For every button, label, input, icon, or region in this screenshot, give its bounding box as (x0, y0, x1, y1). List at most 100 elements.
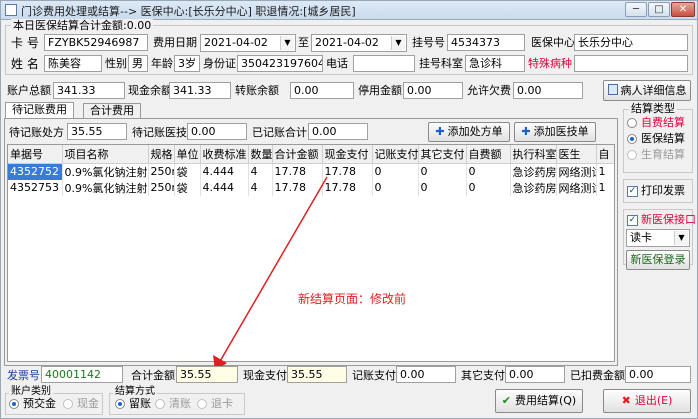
table-cell: 250m (148, 163, 175, 180)
phone-field[interactable] (353, 55, 415, 72)
age-label: 年龄 (151, 57, 173, 70)
footer-other-field[interactable]: 0.00 (505, 366, 565, 383)
done-field[interactable]: 0.00 (308, 123, 368, 140)
stop-field[interactable]: 0.00 (403, 82, 463, 99)
settle-birth-radio[interactable] (627, 150, 637, 160)
settle-self-label: 自费结算 (641, 116, 685, 129)
special-field[interactable] (574, 55, 688, 72)
column-header[interactable]: 自费额 (466, 145, 511, 164)
pending-presc-field[interactable]: 35.55 (67, 123, 127, 140)
settle-self-radio[interactable] (627, 118, 637, 128)
column-header[interactable]: 单据号 (8, 145, 63, 164)
table-cell: 0.9%氯化钠注射液 (62, 179, 149, 196)
settle-clear-label: 清账 (169, 397, 191, 410)
done-label: 已记账合计 (252, 126, 307, 139)
footer-total-field[interactable]: 35.55 (176, 366, 238, 383)
name-field[interactable]: 陈美容 (44, 55, 102, 72)
settle-keep-label: 留账 (129, 397, 151, 410)
settle-button[interactable]: ✔ 费用结算(Q) (495, 389, 583, 413)
read-card-value: 读卡 (630, 231, 652, 244)
new-insurance-checkbox[interactable]: ✓ (627, 215, 638, 226)
exit-button[interactable]: ✖ 退出(E) (603, 389, 691, 413)
column-header[interactable]: 执行科室 (510, 145, 557, 164)
column-header[interactable]: 记账支付 (372, 145, 419, 164)
footer-acc-field[interactable]: 0.00 (396, 366, 456, 383)
column-header[interactable]: 医生 (556, 145, 597, 164)
transfer-field[interactable]: 0.00 (290, 82, 354, 99)
settle-birth-label: 生育结算 (641, 148, 685, 161)
table-header: 单据号 项目名称 规格 单位 收费标准 数量 合计金额 现金支付 记账支付 其它支付 自费额 执行科室… (8, 145, 614, 164)
total-label: 账户总额 (7, 84, 51, 97)
tab-total[interactable]: 合计费用 (83, 103, 141, 119)
date-from-select[interactable]: 2021-04-02 ▼ (200, 34, 296, 52)
add-presc-button[interactable]: ✚ 添加处方单 (428, 122, 510, 142)
new-insurance-login-button[interactable]: 新医保登录 (626, 250, 690, 270)
center-label: 医保中心 (531, 36, 575, 49)
arrow-line (218, 176, 328, 364)
column-header[interactable]: 规格 (148, 145, 175, 164)
pending-order-label: 待记账医技 (132, 126, 187, 139)
patient-detail-button[interactable]: 病人详细信息 (603, 80, 691, 101)
total-field[interactable]: 341.33 (53, 82, 125, 99)
footer-deducted-field[interactable]: 0.00 (625, 366, 691, 383)
column-header[interactable]: 自 (596, 145, 614, 164)
settle-keep-radio[interactable] (115, 399, 125, 409)
center-field[interactable]: 长乐分中心 (574, 34, 688, 51)
date-to-label: 至 (298, 36, 309, 49)
close-button[interactable]: ✕ (671, 2, 695, 17)
cash-label: 现金余额 (128, 84, 172, 97)
account-prepay-radio[interactable] (9, 399, 19, 409)
column-header[interactable]: 收费标准 (200, 145, 249, 164)
check-icon: ✔ (501, 394, 511, 407)
column-header[interactable]: 单位 (174, 145, 201, 164)
column-header[interactable]: 项目名称 (62, 145, 149, 164)
document-icon (607, 84, 618, 95)
dept-field[interactable]: 急诊科 (465, 55, 525, 72)
footer-acc-label: 记账支付 (352, 369, 396, 382)
minimize-button[interactable]: ─ (625, 2, 647, 17)
sex-field[interactable]: 男 (128, 55, 148, 72)
table-cell: 0 (418, 179, 467, 196)
column-header[interactable]: 其它支付 (418, 145, 467, 164)
table-cell: 急诊药房 (510, 179, 557, 196)
id-field[interactable]: 35042319760430 (237, 55, 323, 72)
pending-order-field[interactable]: 0.00 (187, 123, 247, 140)
footer-deducted-label: 已扣费金额 (570, 369, 625, 382)
chevron-down-icon: ▼ (674, 231, 688, 245)
card-no-label: 卡 号 (11, 36, 39, 50)
account-cash-label: 现金 (77, 397, 99, 410)
settle-clear-radio[interactable] (155, 399, 165, 409)
add-order-label: 添加医技单 (533, 125, 589, 138)
owe-field[interactable]: 0.00 (513, 82, 583, 99)
reg-no-field[interactable]: 4534373 (447, 34, 525, 51)
card-no-field[interactable]: FZYBK52946987 (44, 34, 148, 51)
daily-summary: 本日医保结算合计金额:0.00 (11, 19, 154, 33)
name-label: 姓 名 (11, 57, 39, 71)
cash-field[interactable]: 341.33 (169, 82, 231, 99)
account-cash-radio[interactable] (63, 399, 73, 409)
age-field[interactable]: 3岁 (174, 55, 200, 72)
column-header[interactable]: 合计金额 (272, 145, 323, 164)
date-to-value: 2021-04-02 (315, 36, 379, 49)
invoice-field[interactable]: 40001142 (41, 366, 123, 383)
column-header[interactable]: 数量 (248, 145, 273, 164)
tab-pending[interactable]: 待记账费用 (5, 102, 74, 119)
settle-refund-label: 退卡 (211, 397, 233, 410)
footer-total-label: 合计金额 (131, 369, 175, 382)
plus-icon: ✚ (435, 125, 445, 138)
special-label: 特殊病种 (528, 57, 572, 70)
settle-insurance-radio[interactable] (627, 134, 637, 144)
settle-refund-radio[interactable] (197, 399, 207, 409)
footer-other-label: 其它支付 (461, 369, 505, 382)
app-icon (5, 4, 17, 16)
date-to-select[interactable]: 2021-04-02 ▼ (311, 34, 407, 52)
footer-cash-label: 现金支付 (243, 369, 287, 382)
footer-cash-field[interactable]: 35.55 (287, 366, 347, 383)
read-card-select[interactable]: 读卡 ▼ (626, 229, 690, 247)
print-invoice-checkbox[interactable]: ✓ (627, 186, 638, 197)
column-header[interactable]: 现金支付 (322, 145, 373, 164)
stop-label: 停用金额 (358, 84, 402, 97)
add-order-button[interactable]: ✚ 添加医技单 (514, 122, 596, 142)
table-cell: 0 (466, 179, 511, 196)
maximize-button[interactable]: □ (648, 2, 670, 17)
